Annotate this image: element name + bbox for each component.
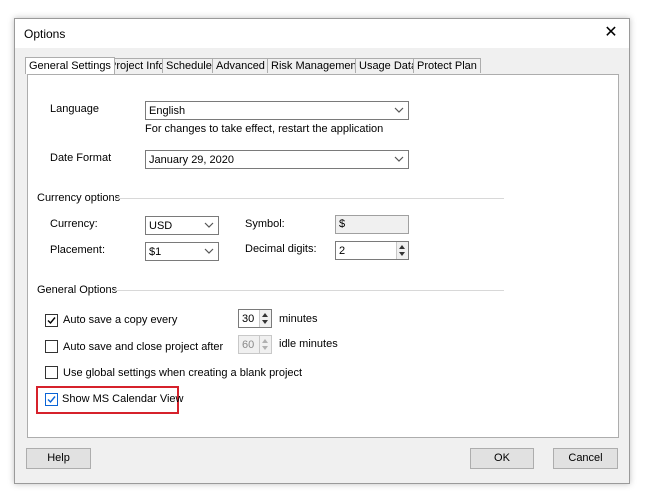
chevron-down-icon [394, 156, 404, 162]
global-settings-checkbox[interactable] [45, 366, 58, 379]
language-value: English [149, 105, 186, 117]
auto-save-minutes-value: 30 [242, 313, 255, 325]
divider [115, 198, 504, 199]
tab-usage-data[interactable]: Usage Data [355, 58, 422, 73]
placement-value: $1 [149, 246, 162, 258]
language-dropdown[interactable]: English [145, 101, 409, 120]
currency-label: Currency: [50, 218, 98, 230]
options-dialog: Options ✕ General Settings Project Info … [14, 18, 630, 484]
checkmark-icon [47, 396, 56, 404]
date-format-dropdown[interactable]: January 29, 2020 [145, 150, 409, 169]
auto-save-label: Auto save a copy every [63, 314, 178, 326]
tab-general-settings[interactable]: General Settings [25, 57, 115, 74]
tab-schedule[interactable]: Schedule [162, 58, 216, 73]
auto-close-checkbox[interactable] [45, 340, 58, 353]
placement-dropdown[interactable]: $1 [145, 242, 219, 261]
placement-label: Placement: [50, 244, 106, 256]
decimal-digits-label: Decimal digits: [245, 243, 317, 255]
stepper-arrows[interactable] [396, 242, 408, 259]
divider [115, 290, 504, 291]
arrow-up-icon[interactable] [399, 245, 405, 249]
decimal-digits-value: 2 [339, 245, 346, 257]
arrow-up-icon [262, 339, 268, 343]
symbol-field: $ [335, 215, 409, 234]
ms-calendar-checkbox[interactable] [45, 393, 58, 406]
language-label: Language [50, 103, 99, 115]
language-hint: For changes to take effect, restart the … [145, 123, 384, 135]
tab-risk-management[interactable]: Risk Management [267, 58, 364, 73]
auto-close-minutes-value: 60 [242, 339, 255, 351]
stepper-arrows[interactable] [259, 310, 271, 327]
arrow-down-icon [262, 346, 268, 350]
ms-calendar-label: Show MS Calendar View [62, 393, 184, 405]
ok-button[interactable]: OK [470, 448, 534, 469]
currency-dropdown[interactable]: USD [145, 216, 219, 235]
auto-close-unit: idle minutes [279, 338, 338, 350]
stepper-arrows [259, 336, 271, 353]
arrow-down-icon[interactable] [399, 252, 405, 256]
help-button[interactable]: Help [26, 448, 91, 469]
decimal-digits-stepper[interactable]: 2 [335, 241, 409, 260]
checkmark-icon [47, 317, 56, 325]
auto-save-unit: minutes [279, 313, 318, 325]
general-settings-panel: Language English For changes to take eff… [27, 74, 619, 438]
arrow-down-icon[interactable] [262, 320, 268, 324]
currency-options-header: Currency options [37, 192, 121, 204]
symbol-value: $ [339, 218, 346, 230]
close-icon[interactable]: ✕ [601, 23, 621, 43]
auto-close-minutes-stepper: 60 [238, 335, 272, 354]
chevron-down-icon [204, 248, 214, 254]
tab-protect-plan[interactable]: Protect Plan [413, 58, 481, 73]
cancel-button[interactable]: Cancel [553, 448, 618, 469]
tab-advanced[interactable]: Advanced [212, 58, 269, 73]
arrow-up-icon[interactable] [262, 313, 268, 317]
chevron-down-icon [204, 222, 214, 228]
general-options-header: General Options [37, 284, 118, 296]
title-bar: Options ✕ [15, 19, 629, 48]
auto-close-label: Auto save and close project after [63, 341, 224, 353]
chevron-down-icon [394, 107, 404, 113]
symbol-label: Symbol: [245, 218, 285, 230]
date-format-label: Date Format [50, 152, 112, 164]
dialog-title: Options [24, 27, 66, 41]
date-format-value: January 29, 2020 [149, 154, 235, 166]
auto-save-checkbox[interactable] [45, 314, 58, 327]
currency-value: USD [149, 220, 173, 232]
auto-save-minutes-stepper[interactable]: 30 [238, 309, 272, 328]
global-settings-label: Use global settings when creating a blan… [63, 367, 303, 379]
